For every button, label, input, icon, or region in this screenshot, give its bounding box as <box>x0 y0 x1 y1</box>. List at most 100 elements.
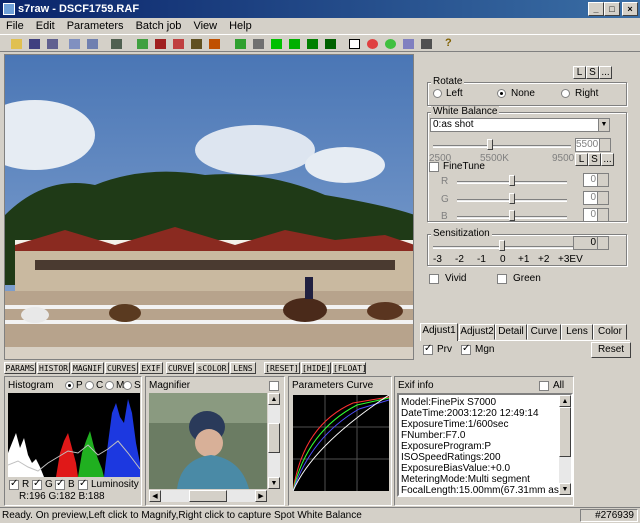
vivid-checkbox[interactable] <box>429 274 439 284</box>
wb-preset-select[interactable]: 0:as shot ▼ <box>430 118 610 132</box>
menu-batch-job[interactable]: Batch job <box>130 18 188 34</box>
finetune-r-spin[interactable]: 0 <box>583 173 609 187</box>
ptab-curve[interactable]: CURVE <box>166 362 194 374</box>
exif-all-checkbox[interactable] <box>539 381 549 391</box>
menu-file[interactable]: File <box>0 18 30 34</box>
tab-adjust2[interactable]: Adjust2 <box>459 324 495 340</box>
menu-edit[interactable]: Edit <box>30 18 61 34</box>
preview-medium-icon[interactable] <box>268 36 284 51</box>
finetune-g-thumb[interactable] <box>509 193 515 204</box>
hist-mode-s-radio[interactable] <box>123 381 132 390</box>
reset-button[interactable]: Reset <box>591 342 631 358</box>
rotate-more-button[interactable]: ... <box>599 66 612 79</box>
menu-view[interactable]: View <box>187 18 223 34</box>
rotate-right-radio[interactable] <box>561 89 570 98</box>
tab-lens[interactable]: Lens <box>561 324 593 340</box>
exif-vscroll[interactable]: ▲ ▼ <box>559 395 571 495</box>
ptab-scolor[interactable]: sCOLOR <box>195 362 229 374</box>
wb-slider-thumb[interactable] <box>487 139 493 150</box>
finetune-checkbox[interactable] <box>429 162 439 172</box>
finetune-g-spin[interactable]: 0 <box>583 191 609 205</box>
wb-load-button[interactable]: L <box>575 153 588 166</box>
wb-save-button[interactable]: S <box>588 153 601 166</box>
sensitization-thumb[interactable] <box>499 240 505 251</box>
ptab-magnif[interactable]: MAGNIF <box>71 362 104 374</box>
wb-more-button[interactable]: ... <box>601 153 614 166</box>
grid-icon[interactable] <box>346 36 362 51</box>
wb-slider-track[interactable] <box>433 145 571 148</box>
ptab-lens[interactable]: LENS <box>230 362 256 374</box>
save-as-icon[interactable] <box>44 36 60 51</box>
magnifier-checkbox[interactable] <box>269 381 279 391</box>
ptab-params[interactable]: PARAMS <box>4 362 36 374</box>
menu-help[interactable]: Help <box>223 18 258 34</box>
rotate-none-radio[interactable] <box>497 89 506 98</box>
vscroll-thumb[interactable] <box>268 423 280 453</box>
refresh-icon[interactable] <box>232 36 248 51</box>
menu-parameters[interactable]: Parameters <box>61 18 130 34</box>
green-checkbox[interactable] <box>497 274 507 284</box>
color-icon[interactable] <box>364 36 380 51</box>
hist-g-checkbox[interactable] <box>32 478 42 490</box>
finetune-b-thumb[interactable] <box>509 210 515 221</box>
magnifier-vscroll[interactable]: ▲ ▼ <box>268 393 280 489</box>
save-icon[interactable] <box>26 36 42 51</box>
ptab-float[interactable]: [FLOAT] <box>332 362 367 374</box>
ptab-exif[interactable]: EXIF <box>139 362 163 374</box>
copy-icon[interactable] <box>66 36 82 51</box>
compare-icon[interactable] <box>418 36 434 51</box>
hist-lum-checkbox[interactable] <box>78 478 88 490</box>
rotate-save-button[interactable]: S <box>586 66 599 79</box>
tab-color[interactable]: Color <box>593 324 627 340</box>
close-button[interactable]: × <box>622 2 638 16</box>
hist-mode-c-radio[interactable] <box>85 381 94 390</box>
open-icon[interactable] <box>8 36 24 51</box>
hist-mode-m-radio[interactable] <box>105 381 114 390</box>
rotate-left-radio[interactable] <box>433 89 442 98</box>
finetune-r-thumb[interactable] <box>509 175 515 186</box>
tiff16-icon[interactable] <box>152 36 168 51</box>
magnifier-hscroll[interactable]: ◀ ▶ <box>149 490 267 502</box>
ptab-hide[interactable]: [HIDE] <box>301 362 331 374</box>
scroll-down-icon[interactable]: ▼ <box>268 477 280 489</box>
mgn-checkbox[interactable] <box>461 343 471 355</box>
levels-icon[interactable] <box>400 36 416 51</box>
tab-curve[interactable]: Curve <box>527 324 561 340</box>
hist-b-checkbox[interactable] <box>55 478 65 490</box>
tiff-icon[interactable] <box>134 36 150 51</box>
wb-value-spin[interactable]: 5500 <box>575 138 611 152</box>
scroll-up-icon[interactable]: ▲ <box>559 395 571 407</box>
maximize-button[interactable]: □ <box>604 2 620 16</box>
ptab-curves[interactable]: CURVES <box>105 362 138 374</box>
image-preview[interactable] <box>4 54 414 360</box>
jpeg-icon[interactable] <box>170 36 186 51</box>
jpg-icon[interactable] <box>206 36 222 51</box>
help-icon[interactable]: ? <box>442 36 458 51</box>
prv-checkbox[interactable] <box>423 343 433 355</box>
curve-graph[interactable] <box>292 394 390 492</box>
sensitization-spin[interactable]: 0 <box>573 236 609 250</box>
tab-adjust1[interactable]: Adjust1 <box>420 323 458 341</box>
ptab-histor[interactable]: HISTOR <box>37 362 70 374</box>
hist-mode-p-radio[interactable] <box>65 381 74 390</box>
bmp-icon[interactable] <box>188 36 204 51</box>
scroll-left-icon[interactable]: ◀ <box>149 490 161 502</box>
preview-max-icon[interactable] <box>322 36 338 51</box>
hist-r-checkbox[interactable] <box>9 478 19 490</box>
scroll-down-icon[interactable]: ▼ <box>559 483 571 495</box>
finetune-b-spin[interactable]: 0 <box>583 208 609 222</box>
preview-small-icon[interactable] <box>250 36 266 51</box>
minimize-button[interactable]: _ <box>588 2 604 16</box>
scroll-up-icon[interactable]: ▲ <box>268 393 280 405</box>
ptab-reset[interactable]: [RESET] <box>264 362 300 374</box>
rotate-load-button[interactable]: L <box>573 66 586 79</box>
tab-detail[interactable]: Detail <box>495 324 527 340</box>
batch-icon[interactable] <box>108 36 124 51</box>
hscroll-thumb[interactable] <box>189 490 227 502</box>
scroll-right-icon[interactable]: ▶ <box>255 490 267 502</box>
preview-large-icon[interactable] <box>286 36 302 51</box>
exif-scroll-thumb[interactable] <box>559 407 571 457</box>
paste-icon[interactable] <box>84 36 100 51</box>
magnifier-view[interactable] <box>149 393 267 489</box>
preview-full-icon[interactable] <box>304 36 320 51</box>
